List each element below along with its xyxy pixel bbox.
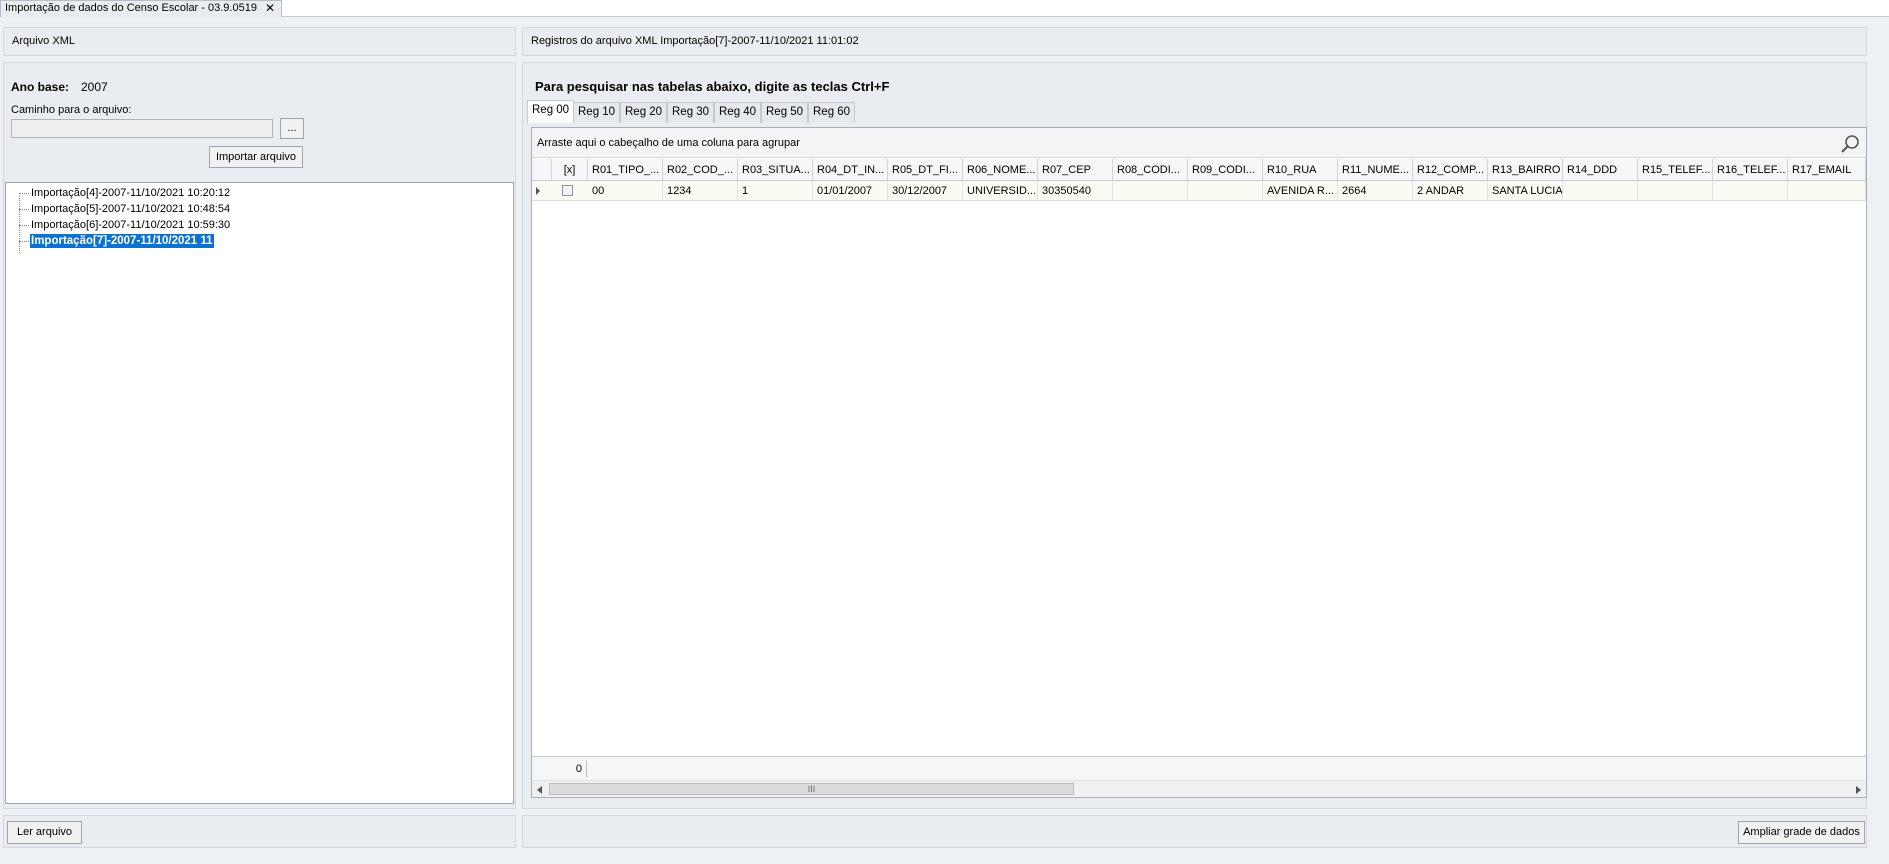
horizontal-scrollbar[interactable]: III — [532, 780, 1866, 797]
tab-reg-00[interactable]: Reg 00 — [527, 100, 575, 123]
table-cell[interactable]: 1234 — [663, 181, 738, 201]
column-header[interactable]: R03_SITUA... — [738, 159, 813, 181]
search-hint: Para pesquisar nas tabelas abaixo, digit… — [535, 79, 890, 94]
column-header[interactable]: R10_RUA — [1263, 159, 1338, 181]
column-header[interactable]: R04_DT_IN... — [813, 159, 888, 181]
document-tab[interactable]: Importação de dados do Censo Escolar - 0… — [0, 0, 282, 17]
column-header[interactable]: R02_COD_... — [663, 159, 738, 181]
table-cell[interactable]: 30350540 — [1038, 181, 1113, 201]
table-cell[interactable]: 01/01/2007 — [813, 181, 888, 201]
table-cell[interactable] — [1113, 181, 1188, 201]
table-row[interactable]: 00 1234 1 01/01/2007 30/12/2007 UNIVERSI… — [532, 181, 1866, 201]
tree-item[interactable]: Importação[6]-2007-11/10/2021 10:59:30 — [30, 218, 231, 232]
column-header[interactable]: R08_CODI... — [1113, 159, 1188, 181]
tab-reg-50[interactable]: Reg 50 — [761, 102, 809, 123]
ano-base-value: 2007 — [81, 80, 108, 94]
column-header[interactable]: R14_DDD — [1563, 159, 1638, 181]
column-header[interactable]: R05_DT_FI... — [888, 159, 963, 181]
tab-reg-20[interactable]: Reg 20 — [620, 102, 668, 123]
caminho-label: Caminho para o arquivo: — [11, 104, 132, 116]
search-icon[interactable] — [1839, 133, 1861, 155]
left-panel-header: Arquivo XML — [3, 27, 516, 56]
table-cell[interactable] — [1713, 181, 1788, 201]
column-header[interactable]: R16_TELEF... — [1713, 159, 1788, 181]
footer-count: 0 — [574, 761, 587, 777]
tab-reg-30[interactable]: Reg 30 — [667, 102, 715, 123]
right-bottom-bar — [522, 815, 1867, 848]
left-panel-title: Arquivo XML — [12, 35, 75, 47]
tab-reg-40[interactable]: Reg 40 — [714, 102, 762, 123]
scroll-thumb[interactable]: III — [549, 783, 1074, 795]
tree-connector — [19, 209, 29, 210]
row-select-checkbox[interactable] — [562, 185, 573, 196]
column-header[interactable]: R15_TELEF... — [1638, 159, 1713, 181]
table-cell[interactable] — [1638, 181, 1713, 201]
grid-header-row: [x] R01_TIPO_... R02_COD_... R03_SITUA..… — [532, 159, 1866, 181]
table-cell[interactable]: 2664 — [1338, 181, 1413, 201]
scroll-left-icon[interactable] — [537, 786, 542, 794]
import-file-button[interactable]: Importar arquivo — [209, 146, 303, 168]
table-cell[interactable]: UNIVERSID... — [963, 181, 1038, 201]
column-header[interactable]: R17_EMAIL — [1788, 159, 1866, 181]
column-header[interactable]: R07_CEP — [1038, 159, 1113, 181]
import-tree[interactable]: Importação[4]-2007-11/10/2021 10:20:12 I… — [5, 182, 514, 804]
tree-connector — [19, 193, 29, 194]
ano-base-label: Ano base: — [11, 80, 70, 94]
tree-connector — [19, 225, 29, 226]
tree-connector — [19, 241, 29, 242]
group-panel-text: Arraste aqui o cabeçalho de uma coluna p… — [537, 137, 800, 149]
table-cell[interactable] — [1188, 181, 1263, 201]
table-cell[interactable]: AVENIDA R... — [1263, 181, 1338, 201]
column-header[interactable]: R12_COMP... — [1413, 159, 1488, 181]
table-cell[interactable]: 1 — [738, 181, 813, 201]
tree-item[interactable]: Importação[4]-2007-11/10/2021 10:20:12 — [30, 186, 231, 200]
file-path-input[interactable] — [11, 119, 273, 138]
table-cell[interactable]: 2 ANDAR — [1413, 181, 1488, 201]
row-indicator-header — [532, 159, 552, 181]
document-tab-title: Importação de dados do Censo Escolar - 0… — [5, 2, 257, 14]
document-tab-strip: Importação de dados do Censo Escolar - 0… — [0, 0, 1889, 17]
table-cell[interactable]: 30/12/2007 — [888, 181, 963, 201]
column-header[interactable]: R01_TIPO_... — [588, 159, 663, 181]
right-panel-title: Registros do arquivo XML Importação[7]-2… — [531, 35, 859, 47]
tab-reg-60[interactable]: Reg 60 — [808, 102, 856, 123]
tree-item-selected[interactable]: Importação[7]-2007-11/10/2021 11 — [30, 234, 214, 248]
read-file-button[interactable]: Ler arquivo — [7, 821, 82, 844]
table-cell[interactable] — [1788, 181, 1866, 201]
tree-item[interactable]: Importação[5]-2007-11/10/2021 10:48:54 — [30, 202, 231, 216]
row-indicator-icon — [536, 187, 540, 195]
column-header[interactable]: R09_CODI... — [1188, 159, 1263, 181]
grid-footer: 0 — [532, 756, 1866, 780]
close-icon[interactable]: ✕ — [265, 1, 275, 16]
group-by-panel[interactable]: Arraste aqui o cabeçalho de uma coluna p… — [532, 128, 1866, 158]
table-cell[interactable]: 00 — [588, 181, 663, 201]
table-cell[interactable]: SANTA LUCIA — [1488, 181, 1563, 201]
column-header[interactable]: R11_NUME... — [1338, 159, 1413, 181]
browse-button[interactable]: ... — [280, 118, 304, 139]
column-header[interactable]: R06_NOME... — [963, 159, 1038, 181]
tab-reg-10[interactable]: Reg 10 — [573, 102, 621, 123]
column-header[interactable]: [x] — [552, 159, 588, 181]
column-header[interactable]: R13_BAIRRO — [1488, 159, 1563, 181]
scroll-right-icon[interactable] — [1856, 786, 1861, 794]
expand-grid-button[interactable]: Ampliar grade de dados — [1738, 821, 1865, 844]
right-panel-header: Registros do arquivo XML Importação[7]-2… — [522, 27, 1867, 56]
data-grid[interactable] — [531, 127, 1867, 798]
table-cell[interactable] — [1563, 181, 1638, 201]
